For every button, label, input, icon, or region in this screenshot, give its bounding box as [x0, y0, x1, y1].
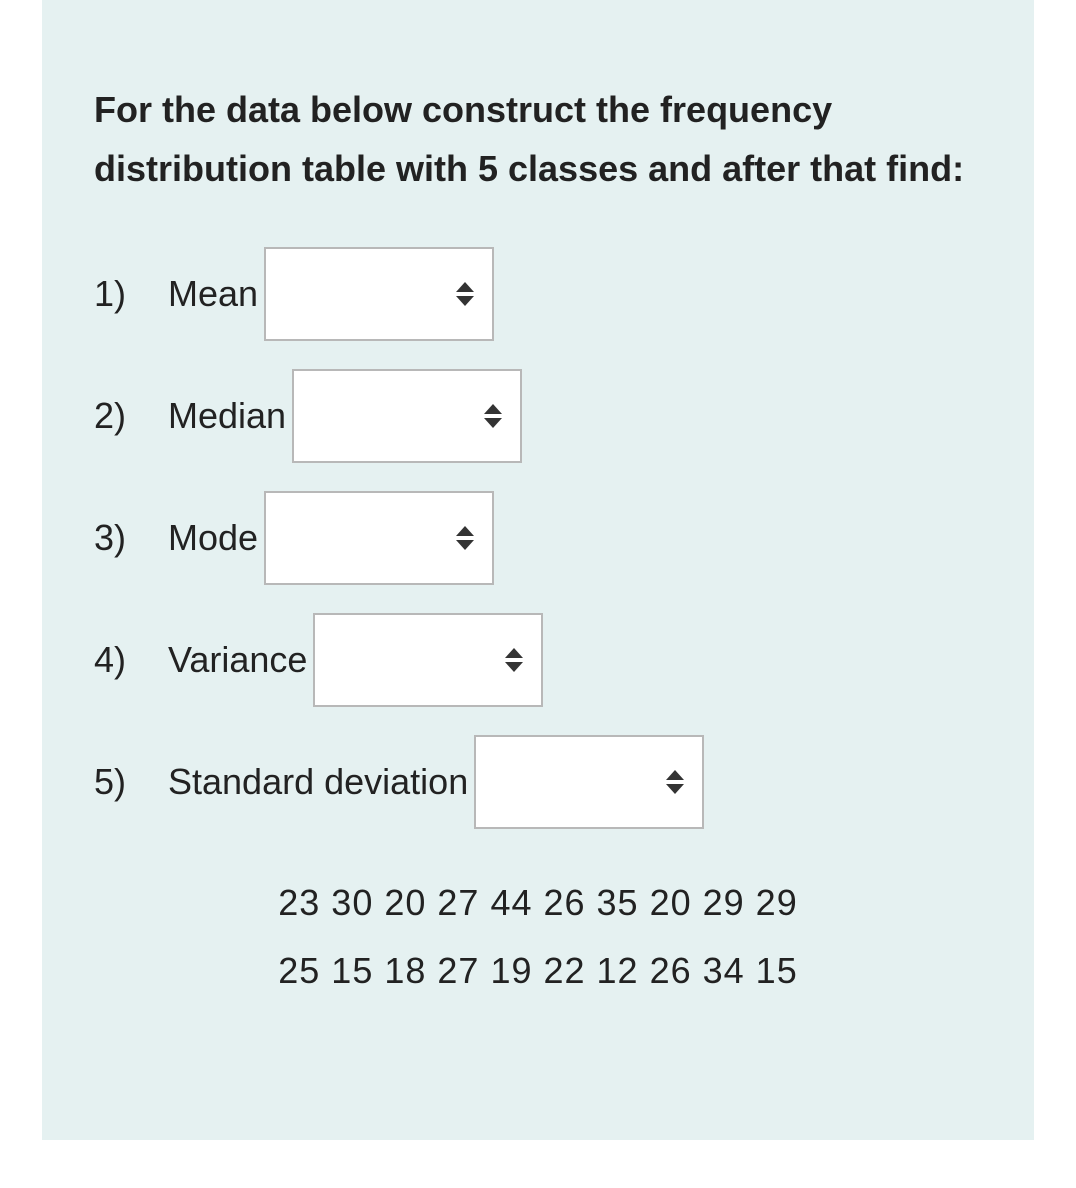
item-label: Mean — [168, 273, 258, 315]
question-container: For the data below construct the frequen… — [42, 0, 1034, 1140]
item-number: 4) — [94, 639, 140, 681]
stepper-icon — [456, 526, 474, 550]
item-number: 3) — [94, 517, 140, 559]
stepper-icon — [456, 282, 474, 306]
variance-dropdown[interactable] — [313, 613, 543, 707]
mode-dropdown[interactable] — [264, 491, 494, 585]
item-row-standard-deviation: 5) Standard deviation — [94, 735, 982, 829]
item-row-variance: 4) Variance — [94, 613, 982, 707]
item-label: Standard deviation — [168, 761, 468, 803]
item-label: Mode — [168, 517, 258, 559]
item-number: 2) — [94, 395, 140, 437]
item-label: Median — [168, 395, 286, 437]
data-block: 23 30 20 27 44 26 35 20 29 29 25 15 18 2… — [94, 869, 982, 1006]
standard-deviation-dropdown[interactable] — [474, 735, 704, 829]
item-row-median: 2) Median — [94, 369, 982, 463]
item-row-mean: 1) Mean — [94, 247, 982, 341]
data-line-1: 23 30 20 27 44 26 35 20 29 29 — [94, 869, 982, 937]
item-row-mode: 3) Mode — [94, 491, 982, 585]
item-label: Variance — [168, 639, 307, 681]
stepper-icon — [505, 648, 523, 672]
data-line-2: 25 15 18 27 19 22 12 26 34 15 — [94, 937, 982, 1005]
item-number: 1) — [94, 273, 140, 315]
item-number: 5) — [94, 761, 140, 803]
stepper-icon — [484, 404, 502, 428]
mean-dropdown[interactable] — [264, 247, 494, 341]
median-dropdown[interactable] — [292, 369, 522, 463]
question-prompt: For the data below construct the frequen… — [94, 80, 982, 199]
stepper-icon — [666, 770, 684, 794]
